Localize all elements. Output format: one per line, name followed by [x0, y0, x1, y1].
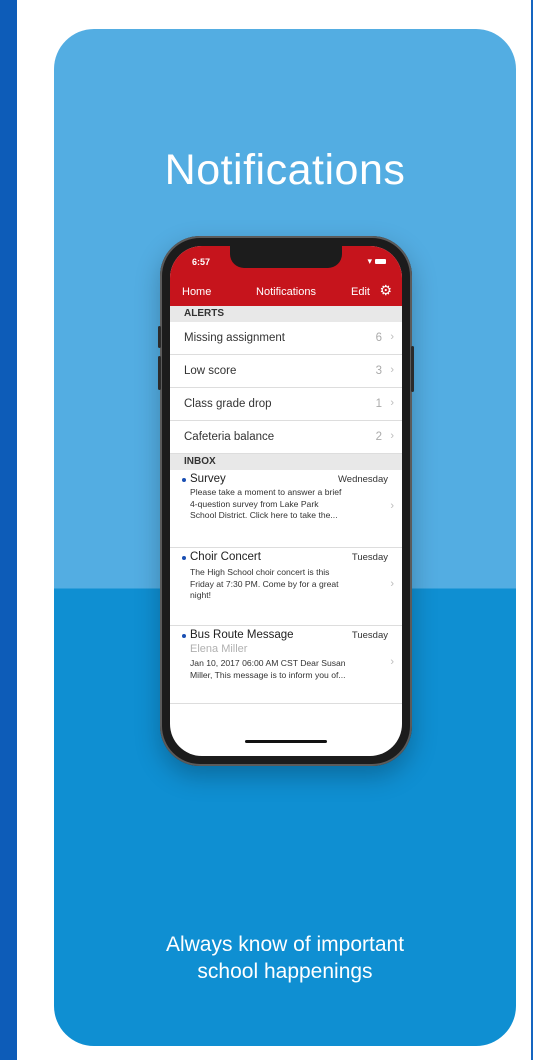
- phone-volume-button: [158, 356, 161, 390]
- alert-row-class-grade-drop[interactable]: Class grade drop 1 ›: [170, 388, 402, 421]
- promo-card: Notifications 6:57 ▾ Home Notifications …: [54, 29, 516, 1046]
- promo-tagline: Always know of important school happenin…: [54, 931, 516, 985]
- wifi-icon: ▾: [367, 256, 372, 266]
- alert-count: 1: [375, 398, 382, 410]
- message-preview: Please take a moment to answer a brief 4…: [190, 487, 366, 522]
- message-title: Choir Concert: [190, 551, 261, 563]
- chevron-right-icon: ›: [390, 364, 394, 376]
- phone-screen: 6:57 ▾ Home Notifications Edit ⚙ ALERTS …: [170, 246, 402, 756]
- message-preview-line: School District. Click here to take the.…: [190, 510, 338, 520]
- unread-dot-icon: [182, 556, 186, 560]
- alert-label: Class grade drop: [184, 398, 272, 410]
- message-preview-line: Jan 10, 2017 06:00 AM CST Dear Susan: [190, 658, 346, 668]
- alert-label: Low score: [184, 365, 237, 377]
- phone-power-button: [411, 346, 414, 392]
- phone-mockup: 6:57 ▾ Home Notifications Edit ⚙ ALERTS …: [158, 236, 414, 766]
- unread-dot-icon: [182, 478, 186, 482]
- message-title: Survey: [190, 473, 226, 485]
- chevron-right-icon: ›: [390, 397, 394, 409]
- message-title: Bus Route Message: [190, 629, 294, 641]
- alert-label: Missing assignment: [184, 332, 285, 344]
- edit-button[interactable]: Edit: [351, 286, 370, 298]
- alert-row-missing-assignment[interactable]: Missing assignment 6 ›: [170, 322, 402, 355]
- phone-notch: [230, 246, 342, 268]
- status-icons: ▾: [367, 256, 386, 267]
- chevron-right-icon: ›: [390, 331, 394, 343]
- alert-count: 2: [375, 431, 382, 443]
- phone-volume-button: [158, 326, 161, 348]
- chevron-right-icon: ›: [390, 656, 394, 668]
- message-preview-line: Miller, This message is to inform you of…: [190, 669, 346, 680]
- inbox-item-choir-concert[interactable]: Choir Concert Tuesday The High School ch…: [170, 548, 402, 626]
- message-date: Wednesday: [338, 474, 388, 485]
- message-preview-line: 4-question survey from Lake Park: [190, 498, 319, 509]
- message-preview-line: The High School choir concert is this: [190, 567, 330, 577]
- chevron-right-icon: ›: [390, 578, 394, 590]
- home-indicator[interactable]: [245, 740, 327, 743]
- alert-label: Cafeteria balance: [184, 431, 275, 443]
- tagline-line: school happenings: [197, 960, 373, 983]
- inbox-item-survey[interactable]: Survey Wednesday Please take a moment to…: [170, 470, 402, 548]
- tagline-line: Always know of important: [165, 933, 405, 956]
- status-time: 6:57: [192, 257, 211, 267]
- alert-count: 6: [375, 332, 382, 344]
- message-date: Tuesday: [351, 552, 388, 563]
- alert-row-low-score[interactable]: Low score 3 ›: [170, 355, 402, 388]
- inbox-item-bus-route[interactable]: Bus Route Message Tuesday Elena Miller J…: [170, 626, 402, 704]
- nav-bar: Home Notifications Edit ⚙: [170, 278, 402, 306]
- alert-row-cafeteria-balance[interactable]: Cafeteria balance 2 ›: [170, 421, 402, 454]
- message-preview-line: Friday at 7:30 PM. Come by for a great: [190, 578, 339, 589]
- inbox-header: INBOX: [170, 454, 402, 470]
- chevron-right-icon: ›: [390, 500, 394, 512]
- alerts-header: ALERTS: [170, 306, 402, 322]
- message-sender: Elena Miller: [190, 643, 248, 655]
- left-edge-strip: [0, 0, 17, 1060]
- gear-icon[interactable]: ⚙: [379, 283, 392, 297]
- alert-count: 3: [375, 365, 382, 377]
- unread-dot-icon: [182, 634, 186, 638]
- message-date: Tuesday: [351, 630, 388, 641]
- message-preview: The High School choir concert is this Fr…: [190, 567, 366, 602]
- chevron-right-icon: ›: [390, 430, 394, 442]
- message-preview: Jan 10, 2017 06:00 AM CST Dear Susan Mil…: [190, 658, 366, 681]
- battery-icon: [375, 259, 386, 265]
- message-preview-line: night!: [190, 590, 212, 600]
- promo-title: Notifications: [164, 146, 406, 194]
- message-preview-line: Please take a moment to answer a brief: [190, 487, 342, 497]
- page: Notifications 6:57 ▾ Home Notifications …: [17, 0, 531, 1060]
